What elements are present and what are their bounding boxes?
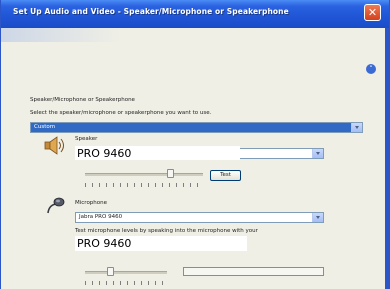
speaker-name-text: PRO 9460 <box>77 147 132 160</box>
speaker-volume-ticks <box>85 183 203 187</box>
chevron-down-icon[interactable] <box>312 213 323 222</box>
window-frame-right <box>385 28 389 289</box>
header-gradient <box>1 28 121 42</box>
microphone-label: Microphone <box>75 200 108 206</box>
microphone-volume-track[interactable] <box>85 271 167 274</box>
title-bar[interactable]: Set Up Audio and Video - Speaker/Microph… <box>1 0 389 28</box>
test-speaker-button[interactable]: Test <box>210 170 241 181</box>
speaker-icon <box>44 136 64 155</box>
microphone-volume-ticks <box>85 281 167 285</box>
speaker-label: Speaker <box>75 136 98 142</box>
device-instruction: Select the speaker/microphone or speaker… <box>30 110 212 116</box>
microphone-instruction: Test microphone levels by speaking into … <box>75 228 258 234</box>
test-button-label: Test <box>220 172 231 178</box>
microphone-select[interactable]: Jabra PRO 9460 <box>75 212 324 223</box>
microphone-volume-thumb[interactable] <box>106 267 114 276</box>
speaker-volume-thumb[interactable] <box>166 169 174 178</box>
window-title: Set Up Audio and Video - Speaker/Microph… <box>13 7 289 16</box>
speaker-volume-track[interactable] <box>85 173 203 176</box>
microphone-level-meter <box>183 267 324 276</box>
microphone-name-text: PRO 9460 <box>77 237 132 250</box>
device-select[interactable]: Custom <box>30 122 363 133</box>
close-button[interactable]: ✕ <box>364 4 381 21</box>
device-section-heading: Speaker/Microphone or Speakerphone <box>30 97 135 103</box>
microphone-icon <box>47 197 65 214</box>
chevron-down-icon[interactable] <box>312 149 323 158</box>
chevron-down-icon[interactable] <box>351 123 362 132</box>
microphone-select-value: Jabra PRO 9460 <box>79 214 123 220</box>
audio-video-setup-window: Set Up Audio and Video - Speaker/Microph… <box>0 0 390 289</box>
device-select-value: Custom <box>34 124 56 130</box>
collapse-chevron-icon[interactable]: ˄ <box>366 64 376 74</box>
close-icon: ✕ <box>367 6 378 19</box>
